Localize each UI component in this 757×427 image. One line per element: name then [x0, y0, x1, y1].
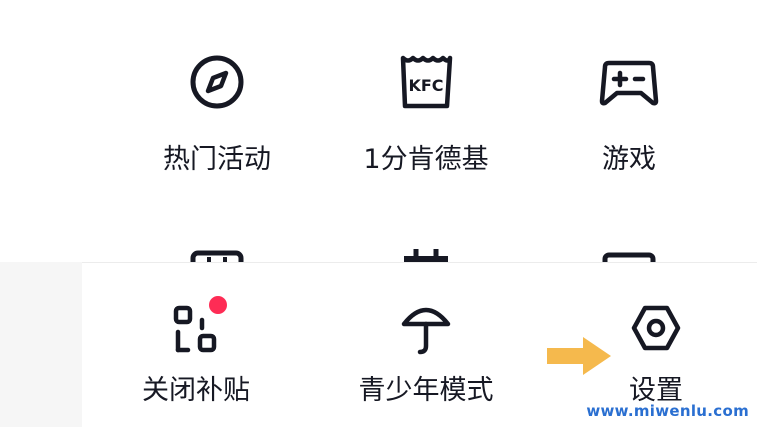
pointer-arrow-icon — [547, 337, 611, 375]
bag-icon[interactable] — [394, 247, 458, 262]
grid-item-hot-activities[interactable]: 热门活动 — [117, 50, 317, 190]
grid-item-games[interactable]: 游戏 — [529, 50, 729, 190]
sheet-item-teen-mode[interactable]: 青少年模式 — [326, 294, 526, 414]
grid-item-label: 热门活动 — [163, 144, 271, 175]
tools-grid-panel: 热门活动 KFC 1分肯德基 游戏 — [0, 0, 757, 262]
sheet-item-disable-subsidy[interactable]: 关闭补贴 — [96, 294, 296, 414]
compass-icon — [190, 55, 244, 109]
kfc-logo-text: KFC — [408, 76, 443, 95]
grid-item-label: 1分肯德基 — [363, 144, 489, 175]
kfc-bucket-icon: KFC — [400, 55, 453, 109]
gamepad-icon — [599, 60, 659, 106]
wallet-icon[interactable] — [185, 247, 249, 262]
notification-badge-dot — [207, 294, 229, 316]
hexagon-gear-icon — [631, 305, 681, 351]
sheet-item-label: 青少年模式 — [358, 375, 494, 406]
grid-item-kfc[interactable]: KFC 1分肯德基 — [326, 50, 526, 190]
watermark: www.miwenlu.com — [586, 402, 749, 420]
sheet-item-label: 关闭补贴 — [142, 375, 250, 406]
grid-item-label: 游戏 — [602, 144, 656, 175]
card-icon[interactable] — [597, 247, 661, 262]
umbrella-icon — [401, 307, 451, 355]
